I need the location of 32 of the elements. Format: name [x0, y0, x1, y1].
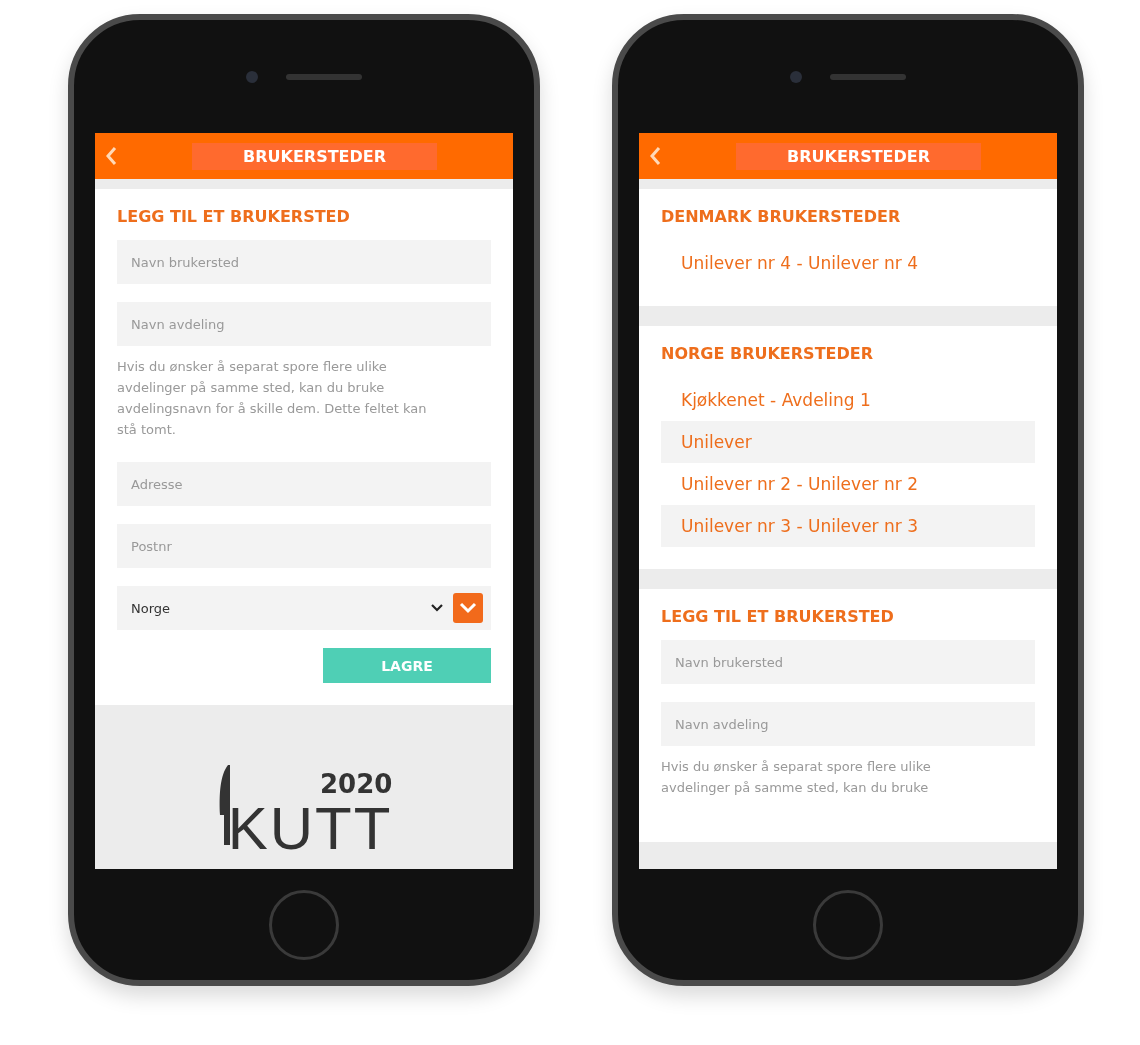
input-field[interactable]: Navn brukersted	[661, 640, 1035, 684]
chevron-down-icon[interactable]	[453, 593, 483, 623]
logo-year: 2020	[319, 769, 393, 799]
camera-icon	[246, 70, 258, 83]
hint-text: Hvis du ønsker å separat spore flere ulike avdelinger på samme sted, kan du bruke avdelingsnavn for å skille dem. Dette feltet kan stå tomt.	[117, 358, 428, 439]
section-heading: LEGG TIL ET BRUKERSTED	[661, 607, 895, 626]
input-field[interactable]: Navn avdeling	[661, 702, 1035, 746]
input-field[interactable]: Navn avdeling	[117, 302, 491, 346]
camera-icon	[790, 70, 802, 83]
back-icon[interactable]	[105, 146, 117, 166]
input-field[interactable]: Navn brukersted	[117, 240, 491, 284]
input-field[interactable]: Postnr	[117, 524, 491, 568]
screen-title: BRUKERSTEDER	[192, 142, 437, 170]
location-item[interactable]: Unilever nr 4 - Unilever nr 4	[661, 242, 1035, 284]
speaker-icon	[830, 73, 906, 80]
section-heading: LEGG TIL ET BRUKERSTED	[117, 207, 351, 226]
input-field[interactable]: Adresse	[117, 462, 491, 506]
save-button[interactable]: LAGRE	[323, 648, 491, 683]
logo-text: KUTT	[227, 799, 393, 859]
location-item[interactable]: Unilever	[661, 421, 1035, 463]
location-item[interactable]: Unilever nr 2 - Unilever nr 2	[661, 463, 1035, 505]
home-button[interactable]	[269, 889, 339, 960]
location-item[interactable]: Kjøkkenet - Avdeling 1	[661, 379, 1035, 421]
speaker-icon	[286, 73, 362, 80]
location-item[interactable]: Unilever nr 3 - Unilever nr 3	[661, 505, 1035, 547]
home-button[interactable]	[813, 889, 883, 960]
hint-text: Hvis du ønsker å separat spore flere ulike avdelinger på samme sted, kan du bruke	[661, 758, 932, 797]
chevron-down-icon	[431, 604, 443, 612]
section-heading: DENMARK BRUKERSTEDER	[661, 207, 902, 226]
screen-title: BRUKERSTEDER	[736, 142, 981, 170]
back-icon[interactable]	[649, 146, 661, 166]
section-heading: NORGE BRUKERSTEDER	[661, 344, 874, 363]
